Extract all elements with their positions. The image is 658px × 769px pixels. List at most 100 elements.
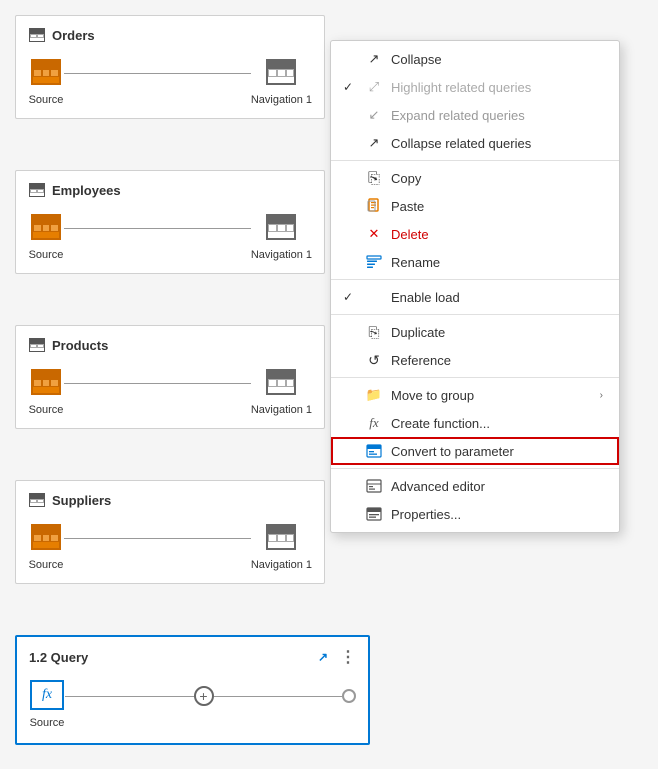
convert-param-icon [365, 442, 383, 460]
menu-item-paste[interactable]: Paste [331, 192, 619, 220]
collapse-related-icon: ↗ [365, 134, 383, 152]
separator-4 [331, 377, 619, 378]
products-table-icon [28, 336, 46, 354]
query-card-suppliers[interactable]: Suppliers Source [15, 480, 325, 584]
menu-item-expand[interactable]: ↙ Expand related queries [331, 101, 619, 129]
menu-item-move-to-group[interactable]: 📁 Move to group › [331, 381, 619, 409]
separator-1 [331, 160, 619, 161]
move-to-group-icon: 📁 [365, 386, 383, 404]
menu-label-enable-load: Enable load [391, 290, 460, 305]
collapse-icon: ↗ [365, 50, 383, 68]
more-icon[interactable]: ⋮ [340, 647, 356, 667]
source-icon-employees [31, 214, 61, 240]
copy-icon: ⎘ [365, 169, 383, 187]
connector-suppliers [64, 538, 251, 539]
nav-icon-employees [266, 214, 296, 240]
reference-icon: ↺ [365, 351, 383, 369]
menu-item-properties[interactable]: Properties... [331, 500, 619, 528]
menu-item-convert-param[interactable]: Convert to parameter [331, 437, 619, 465]
menu-item-create-function[interactable]: fx Create function... [331, 409, 619, 437]
expand-related-icon: ↙ [365, 106, 383, 124]
move-to-group-submenu-icon: › [600, 390, 603, 401]
source-node-products: Source [28, 364, 64, 416]
create-function-icon: fx [365, 414, 383, 432]
delete-icon: ✕ [365, 225, 383, 243]
card-title-orders: Orders [28, 26, 312, 44]
separator-2 [331, 279, 619, 280]
card-nodes-orders: Source Navigation 1 [28, 54, 312, 106]
connector-orders [64, 73, 251, 74]
source-node-orders: Source [28, 54, 64, 106]
query-card-orders[interactable]: Orders Source [15, 15, 325, 119]
card-nodes-suppliers: Source Navigation 1 [28, 519, 312, 571]
menu-label-advanced-editor: Advanced editor [391, 479, 485, 494]
card-title-products: Products [28, 336, 312, 354]
card-nodes-12query: fx Source + [29, 677, 356, 729]
card-nodes-employees: Source Navigation 1 [28, 209, 312, 261]
separator-3 [331, 314, 619, 315]
connector-12query [65, 696, 194, 697]
query-card-products[interactable]: Products Source [15, 325, 325, 429]
card-title-suppliers: Suppliers [28, 491, 312, 509]
paste-icon [365, 197, 383, 215]
menu-label-expand: Expand related queries [391, 108, 525, 123]
menu-label-delete: Delete [391, 227, 429, 242]
highlight-icon: ⤢ [365, 78, 383, 96]
menu-label-create-function: Create function... [391, 416, 490, 431]
menu-item-advanced-editor[interactable]: Advanced editor [331, 472, 619, 500]
source-icon-products [31, 369, 61, 395]
menu-label-paste: Paste [391, 199, 424, 214]
menu-label-rename: Rename [391, 255, 440, 270]
separator-5 [331, 468, 619, 469]
menu-label-reference: Reference [391, 353, 451, 368]
card-nodes-products: Source Navigation 1 [28, 364, 312, 416]
menu-item-delete[interactable]: ✕ Delete [331, 220, 619, 248]
properties-icon [365, 505, 383, 523]
rename-icon [365, 253, 383, 271]
add-step-button[interactable]: + [194, 686, 214, 706]
fx-icon-12query: fx [30, 680, 64, 710]
menu-item-collapse[interactable]: ↗ Collapse [331, 45, 619, 73]
expand-icon[interactable]: ↗ [318, 650, 328, 664]
card-title-employees: Employees [28, 181, 312, 199]
nav-node-products: Navigation 1 [251, 364, 312, 416]
nav-node-employees: Navigation 1 [251, 209, 312, 261]
connector-products [64, 383, 251, 384]
menu-label-move-to-group: Move to group [391, 388, 474, 403]
menu-item-duplicate[interactable]: ⎘ Duplicate [331, 318, 619, 346]
advanced-editor-icon [365, 477, 383, 495]
query-card-12query[interactable]: 1.2 Query ↗ ⋮ fx Source + [15, 635, 370, 745]
menu-label-convert-param: Convert to parameter [391, 444, 514, 459]
menu-item-reference[interactable]: ↺ Reference [331, 346, 619, 374]
check-enable-load: ✓ [343, 290, 357, 304]
end-node-12query [342, 689, 356, 703]
nav-icon-orders [266, 59, 296, 85]
nav-icon-suppliers [266, 524, 296, 550]
context-menu: ↗ Collapse ✓ ⤢ Highlight related queries… [330, 40, 620, 533]
menu-item-rename[interactable]: Rename [331, 248, 619, 276]
suppliers-table-icon [28, 491, 46, 509]
menu-label-properties: Properties... [391, 507, 461, 522]
duplicate-icon: ⎘ [365, 323, 383, 341]
menu-label-highlight: Highlight related queries [391, 80, 531, 95]
menu-label-collapse-related: Collapse related queries [391, 136, 531, 151]
source-icon-suppliers [31, 524, 61, 550]
menu-item-collapse-related[interactable]: ↗ Collapse related queries [331, 129, 619, 157]
nav-node-orders: Navigation 1 [251, 54, 312, 106]
menu-item-highlight[interactable]: ✓ ⤢ Highlight related queries [331, 73, 619, 101]
source-node-suppliers: Source [28, 519, 64, 571]
menu-item-copy[interactable]: ⎘ Copy [331, 164, 619, 192]
connector-employees [64, 228, 251, 229]
menu-label-collapse: Collapse [391, 52, 442, 67]
nav-icon-products [266, 369, 296, 395]
menu-label-copy: Copy [391, 171, 421, 186]
source-node-12query: fx Source [29, 677, 65, 729]
enable-load-icon [365, 288, 383, 306]
menu-label-duplicate: Duplicate [391, 325, 445, 340]
employees-table-icon [28, 181, 46, 199]
query-card-employees[interactable]: Employees Source [15, 170, 325, 274]
source-node-employees: Source [28, 209, 64, 261]
menu-item-enable-load[interactable]: ✓ Enable load [331, 283, 619, 311]
orders-table-icon [28, 26, 46, 44]
canvas: Orders Source [0, 0, 658, 769]
